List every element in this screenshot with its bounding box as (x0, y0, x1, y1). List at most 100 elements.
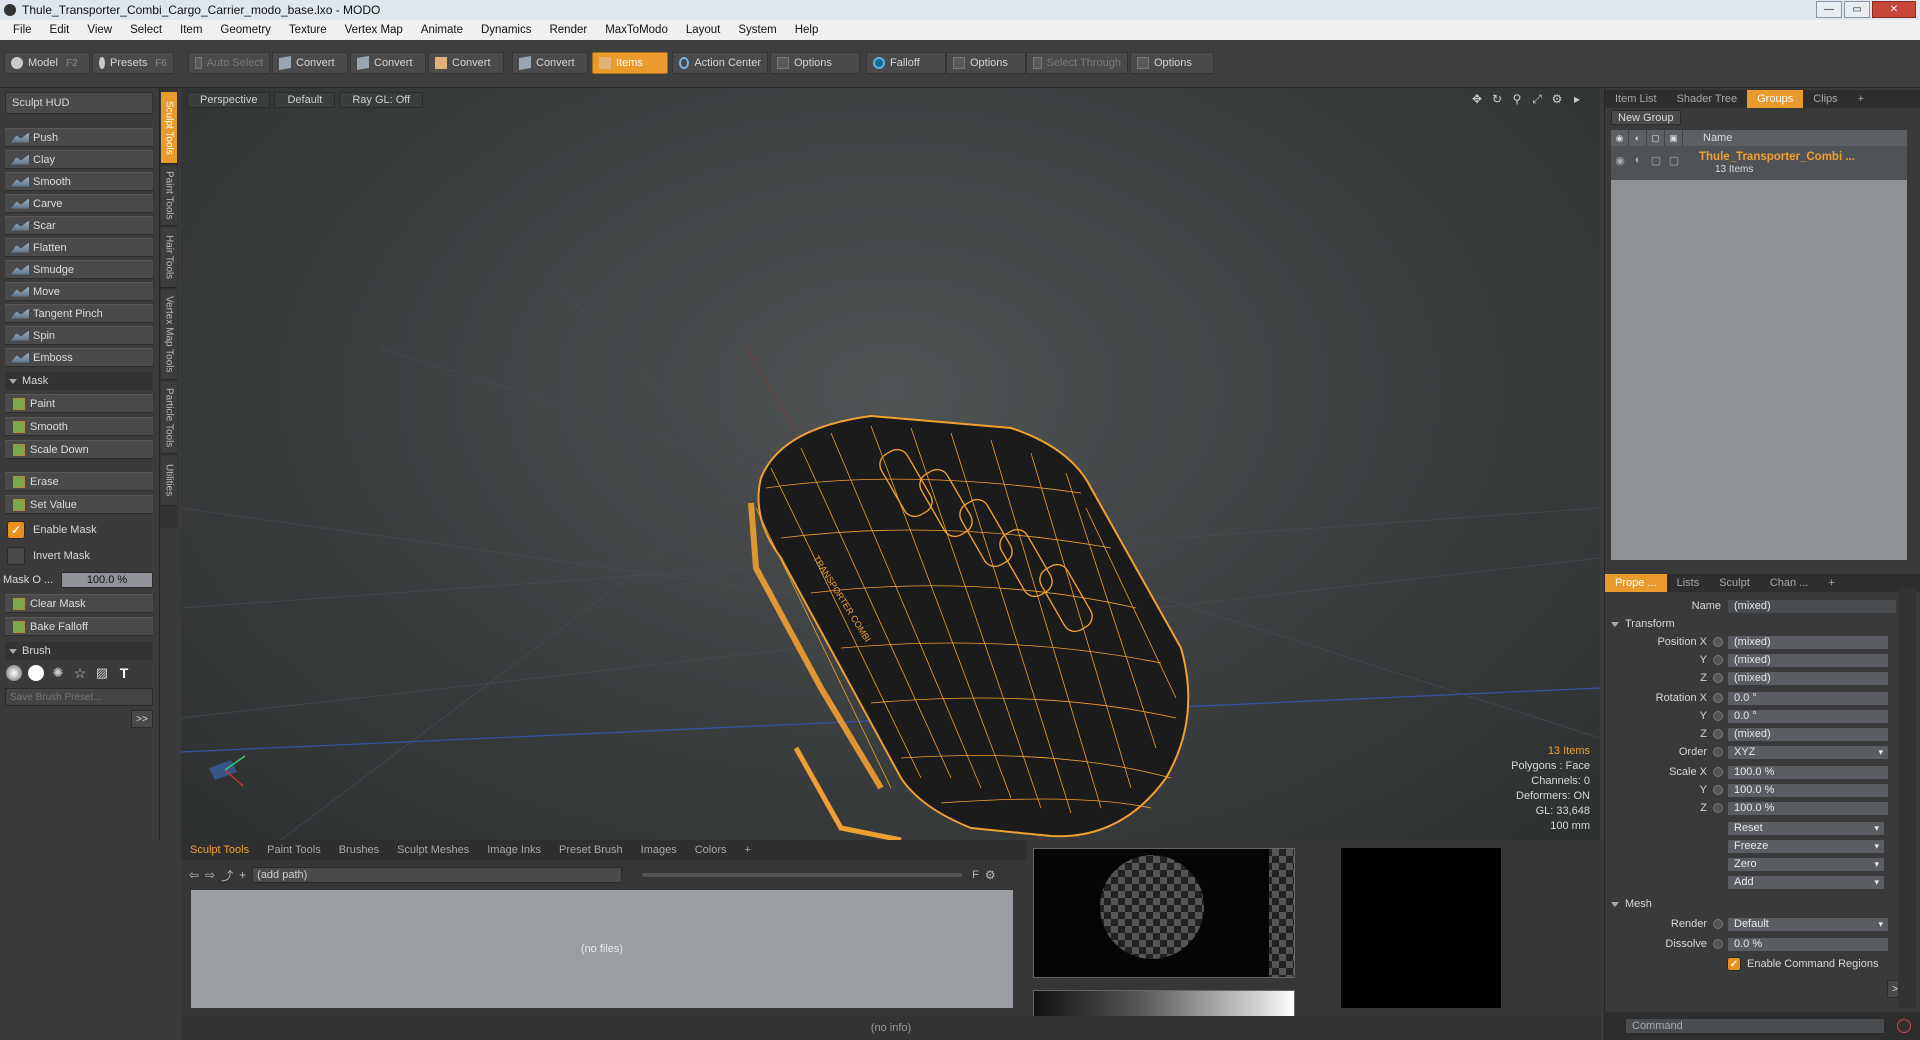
path-select[interactable]: (add path) (252, 867, 623, 883)
tab-brushes[interactable]: Brushes (330, 840, 388, 860)
add-dropdown[interactable]: Add (1727, 874, 1885, 890)
mask-opacity-field[interactable]: 100.0 % (61, 572, 153, 588)
tab-shader-tree[interactable]: Shader Tree (1667, 90, 1748, 108)
browser-settings-icon[interactable]: ⚙ (985, 868, 996, 882)
command-input[interactable]: Command (1625, 1018, 1885, 1034)
enable-mask-toggle[interactable]: ✓ Enable Mask (5, 519, 153, 541)
tab-preset-brush[interactable]: Preset Brush (550, 840, 632, 860)
transform-section[interactable]: Transform (1611, 616, 1911, 632)
tab-raygl[interactable]: Ray GL: Off (339, 92, 424, 108)
position-x-field[interactable]: (mixed) (1727, 634, 1889, 650)
visibility-toggle-icon[interactable]: ◉ (1611, 154, 1629, 167)
keyframe-icon[interactable] (1713, 673, 1723, 683)
tab-channels[interactable]: Chan ... (1760, 574, 1819, 592)
brush-smooth-button[interactable]: Smooth (5, 172, 153, 191)
brush-emboss-button[interactable]: Emboss (5, 348, 153, 367)
items-mode-button[interactable]: Items (592, 52, 668, 74)
tab-groups[interactable]: Groups (1747, 90, 1804, 108)
keyframe-icon[interactable] (1713, 637, 1723, 647)
position-z-field[interactable]: (mixed) (1727, 670, 1889, 686)
sculpt-hud-button[interactable]: Sculpt HUD (5, 92, 153, 114)
scale-y-field[interactable]: 100.0 % (1727, 782, 1889, 798)
menu-file[interactable]: File (4, 24, 41, 36)
tab-colors[interactable]: Colors (686, 840, 736, 860)
menu-system[interactable]: System (729, 24, 785, 36)
tab-utilities[interactable]: Utilities (161, 456, 177, 506)
keyframe-icon[interactable] (1713, 919, 1723, 929)
falloff-button[interactable]: Falloff (866, 52, 946, 74)
tab-sculpt-tools[interactable]: Sculpt Tools (161, 92, 177, 164)
rotation-z-field[interactable]: (mixed) (1727, 726, 1889, 742)
keyframe-icon[interactable] (1713, 939, 1723, 949)
rotate-icon[interactable]: ↻ (1490, 92, 1504, 106)
close-button[interactable]: ✕ (1872, 1, 1916, 18)
splatter-brush-icon[interactable]: ✺ (50, 665, 66, 681)
text-brush-icon[interactable]: T (116, 665, 132, 681)
auto-select-button[interactable]: Auto Select (188, 52, 270, 74)
file-list-area[interactable]: (no files) (191, 890, 1013, 1008)
dissolve-field[interactable]: 0.0 % (1727, 936, 1889, 952)
tab-paint-tools[interactable]: Paint Tools (161, 166, 177, 226)
brush-flatten-button[interactable]: Flatten (5, 238, 153, 257)
tab-vertex-map-tools[interactable]: Vertex Map Tools (161, 290, 177, 380)
lock-toggle-icon[interactable]: ▢ (1647, 154, 1665, 167)
tab-clips[interactable]: Clips (1803, 90, 1847, 108)
menu-layout[interactable]: Layout (677, 24, 730, 36)
add-panel-tab[interactable]: + (1848, 90, 1874, 108)
keyframe-icon[interactable] (1713, 785, 1723, 795)
render-select[interactable]: Default (1727, 916, 1889, 932)
tab-default-style[interactable]: Default (274, 92, 336, 108)
convert-edges-button[interactable]: Convert (350, 52, 426, 74)
reset-dropdown[interactable]: Reset (1727, 820, 1885, 836)
save-brush-preset-field[interactable]: Save Brush Preset... (5, 688, 153, 706)
forward-arrow-icon[interactable]: ⇨ (205, 868, 215, 882)
add-tab-button[interactable]: + (736, 840, 760, 860)
menu-item[interactable]: Item (171, 24, 211, 36)
tab-particle-tools[interactable]: Particle Tools (161, 382, 177, 454)
keyframe-icon[interactable] (1713, 729, 1723, 739)
menu-texture[interactable]: Texture (280, 24, 336, 36)
keyframe-icon[interactable] (1713, 803, 1723, 813)
viewport-arrow-icon[interactable]: ▸ (1570, 92, 1584, 106)
zoom-icon[interactable]: ⚲ (1510, 92, 1524, 106)
enable-command-regions-row[interactable]: ✓ Enable Command Regions (1605, 956, 1920, 972)
item-name-field[interactable]: (mixed) (1727, 598, 1897, 614)
tab-lists[interactable]: Lists (1667, 574, 1710, 592)
visibility-column-icon[interactable]: ◉ (1611, 130, 1629, 146)
action-center-options-button[interactable]: Options (770, 52, 860, 74)
lock-column-icon[interactable]: ▢ (1647, 130, 1665, 146)
select-through-button[interactable]: Select Through (1026, 52, 1128, 74)
keyframe-icon[interactable] (1713, 693, 1723, 703)
mask-scale-down-button[interactable]: Scale Down (5, 440, 153, 459)
convert-materials-button[interactable]: Convert (512, 52, 588, 74)
soft-brush-icon[interactable] (6, 665, 22, 681)
mask-erase-button[interactable]: Erase (5, 472, 153, 491)
falloff-options-button[interactable]: Options (946, 52, 1026, 74)
tab-paint-tools-browser[interactable]: Paint Tools (258, 840, 330, 860)
tab-perspective[interactable]: Perspective (187, 92, 271, 108)
keyframe-icon[interactable] (1713, 767, 1723, 777)
rotation-order-select[interactable]: XYZ (1727, 744, 1889, 760)
invert-mask-toggle[interactable]: Invert Mask (5, 545, 153, 567)
render-column-icon[interactable]: ◐ (1629, 130, 1647, 146)
scale-x-field[interactable]: 100.0 % (1727, 764, 1889, 780)
add-path-icon[interactable]: + (239, 868, 246, 882)
maximize-button[interactable]: ▭ (1844, 1, 1870, 18)
thumbnail-size-slider[interactable] (642, 873, 963, 877)
brush-push-button[interactable]: Push (5, 128, 153, 147)
brush-spin-button[interactable]: Spin (5, 326, 153, 345)
group-row[interactable]: ◉ ◐ ▢ ▢ Thule_Transporter_Combi ... 13 I… (1611, 146, 1907, 180)
action-center-button[interactable]: Action Center (672, 52, 768, 74)
viewport-settings-icon[interactable]: ⚙ (1550, 92, 1564, 106)
brush-smudge-button[interactable]: Smudge (5, 260, 153, 279)
tab-images[interactable]: Images (632, 840, 686, 860)
bake-falloff-button[interactable]: Bake Falloff (5, 617, 153, 636)
mesh-section[interactable]: Mesh (1611, 896, 1911, 912)
tab-properties[interactable]: Prope ... (1605, 574, 1667, 592)
mask-smooth-button[interactable]: Smooth (5, 417, 153, 436)
menu-view[interactable]: View (78, 24, 121, 36)
add-properties-tab[interactable]: + (1818, 574, 1844, 592)
freeze-dropdown[interactable]: Freeze (1727, 838, 1885, 854)
clear-mask-button[interactable]: Clear Mask (5, 594, 153, 613)
menu-geometry[interactable]: Geometry (211, 24, 280, 36)
